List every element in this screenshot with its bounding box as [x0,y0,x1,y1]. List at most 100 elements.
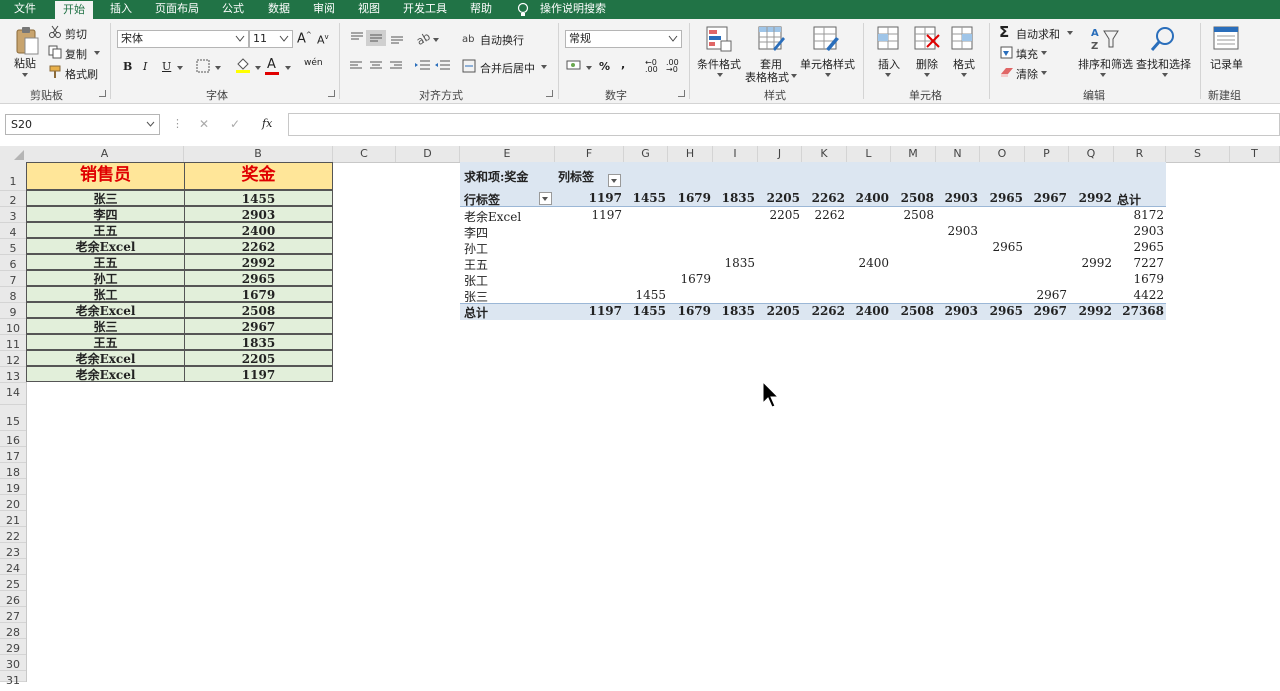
pivot-grand-total-cell[interactable]: 1679 [678,304,711,318]
underline-dropdown-icon[interactable] [177,66,183,70]
row-header[interactable]: 9 [0,303,26,319]
row-header[interactable]: 4 [0,223,26,239]
tab-file[interactable]: 文件 [14,0,36,19]
pivot-grand-total-cell[interactable]: 2508 [901,304,934,318]
row-header[interactable]: 18 [0,463,26,479]
table-cell-name[interactable]: 王五 [26,254,185,270]
insert-function-icon[interactable]: fx [262,117,272,130]
row-header[interactable]: 1 [0,162,26,191]
pivot-row-name[interactable]: 孙工 [464,240,488,257]
pivot-cell[interactable]: 1455 [635,288,666,302]
underline-button[interactable]: U [162,60,171,73]
sort-dropdown-icon[interactable] [1100,73,1106,77]
table-header-salesperson[interactable]: 销售员 [26,162,185,190]
column-header[interactable]: B [184,146,333,162]
paste-button-label[interactable]: 粘贴 [14,55,36,71]
copy-button[interactable]: 复制 [65,46,87,62]
border-icon[interactable] [196,59,210,73]
chevron-down-icon[interactable] [668,35,678,43]
column-header[interactable]: C [333,146,396,162]
column-header[interactable]: K [802,146,847,162]
percent-button[interactable]: % [599,60,610,73]
cut-button[interactable]: 剪切 [65,26,87,42]
column-header[interactable]: N [936,146,980,162]
column-header[interactable]: R [1114,146,1166,162]
format-painter-button[interactable]: 格式刷 [65,66,98,82]
number-launcher-icon[interactable] [678,90,685,97]
row-header[interactable]: 11 [0,335,26,351]
table-cell-bonus[interactable]: 1197 [184,366,333,382]
column-header[interactable]: J [758,146,802,162]
row-header[interactable]: 20 [0,495,26,511]
insert-cells-button[interactable]: 插入 [878,56,900,72]
font-name-combo[interactable]: 宋体 [117,30,249,48]
cell-styles-button[interactable]: 单元格样式 [800,56,855,72]
row-header[interactable]: 24 [0,559,26,575]
row-header[interactable]: 13 [0,367,26,383]
clear-button[interactable]: 清除 [1016,66,1038,82]
merge-center-button[interactable]: 合并后居中 [480,60,535,76]
pivot-cell[interactable]: 2400 [858,256,889,270]
table-cell-name[interactable]: 孙工 [26,270,185,286]
delete-cells-button[interactable]: 删除 [916,56,938,72]
table-cell-bonus[interactable]: 2400 [184,222,333,238]
fill-color-icon[interactable] [235,57,251,73]
increase-font-icon[interactable]: A^ [297,31,312,46]
pivot-cell[interactable]: 2903 [1133,224,1164,238]
orientation-icon[interactable]: ab [414,30,432,46]
pivot-column-header[interactable]: 2992 [1079,191,1112,205]
pivot-row-label[interactable]: 行标签 [464,191,500,208]
row-header[interactable]: 15 [0,405,26,431]
tab-review[interactable]: 审阅 [313,0,335,19]
comma-button[interactable]: , [621,58,625,71]
table-cell-bonus[interactable]: 2205 [184,350,333,366]
chevron-down-icon[interactable] [146,121,155,128]
column-header[interactable]: Q [1069,146,1114,162]
row-header[interactable]: 14 [0,383,26,405]
pivot-cell[interactable]: 1197 [591,208,622,222]
row-header[interactable]: 23 [0,543,26,559]
tab-developer[interactable]: 开发工具 [403,0,447,19]
table-cell-bonus[interactable]: 1679 [184,286,333,302]
row-header[interactable]: 2 [0,191,26,207]
wrap-text-button[interactable]: 自动换行 [480,32,524,48]
pivot-cell[interactable]: 7227 [1133,256,1164,270]
pivot-column-header[interactable]: 1835 [722,191,755,205]
drag-handle-icon[interactable]: ⋮ [172,117,183,130]
row-header[interactable]: 7 [0,271,26,287]
column-header[interactable]: S [1166,146,1230,162]
table-cell-bonus[interactable]: 2967 [184,318,333,334]
merge-dropdown-icon[interactable] [541,65,547,69]
format-dropdown-icon[interactable] [961,73,967,77]
tab-insert[interactable]: 插入 [110,0,132,19]
pivot-grand-total-cell[interactable]: 2992 [1079,304,1112,318]
pivot-cell[interactable]: 2992 [1081,256,1112,270]
row-header[interactable]: 28 [0,623,26,639]
increase-decimal-icon[interactable]: ←0.00 [645,59,658,74]
alignment-launcher-icon[interactable] [546,90,553,97]
select-all-icon[interactable] [14,150,24,160]
tab-view[interactable]: 视图 [358,0,380,19]
find-dropdown-icon[interactable] [1162,73,1168,77]
phonetic-icon[interactable]: wén [304,58,323,68]
paste-icon[interactable] [14,26,40,56]
form-button[interactable]: 记录单 [1210,56,1243,72]
column-header[interactable]: M [891,146,936,162]
pivot-column-header[interactable]: 1679 [678,191,711,205]
pivot-row-name[interactable]: 王五 [464,256,488,273]
pivot-column-header[interactable]: 1197 [589,191,622,205]
column-header[interactable]: L [847,146,891,162]
pivot-cell[interactable]: 1679 [680,272,711,286]
row-header[interactable]: 3 [0,207,26,223]
currency-dropdown-icon[interactable] [586,66,592,70]
pivot-cell[interactable]: 2967 [1036,288,1067,302]
pivot-grand-total-cell[interactable]: 27368 [1122,304,1164,318]
pivot-cell[interactable]: 2965 [1133,240,1164,254]
column-header[interactable]: G [624,146,668,162]
pivot-grand-total-cell[interactable]: 2262 [812,304,845,318]
table-cell-name[interactable]: 老余Excel [26,366,185,382]
pivot-grand-total-label[interactable]: 总计 [464,304,488,321]
table-cell-name[interactable]: 老余Excel [26,350,185,366]
pivot-column-header[interactable]: 2903 [945,191,978,205]
pivot-cell[interactable]: 2903 [947,224,978,238]
